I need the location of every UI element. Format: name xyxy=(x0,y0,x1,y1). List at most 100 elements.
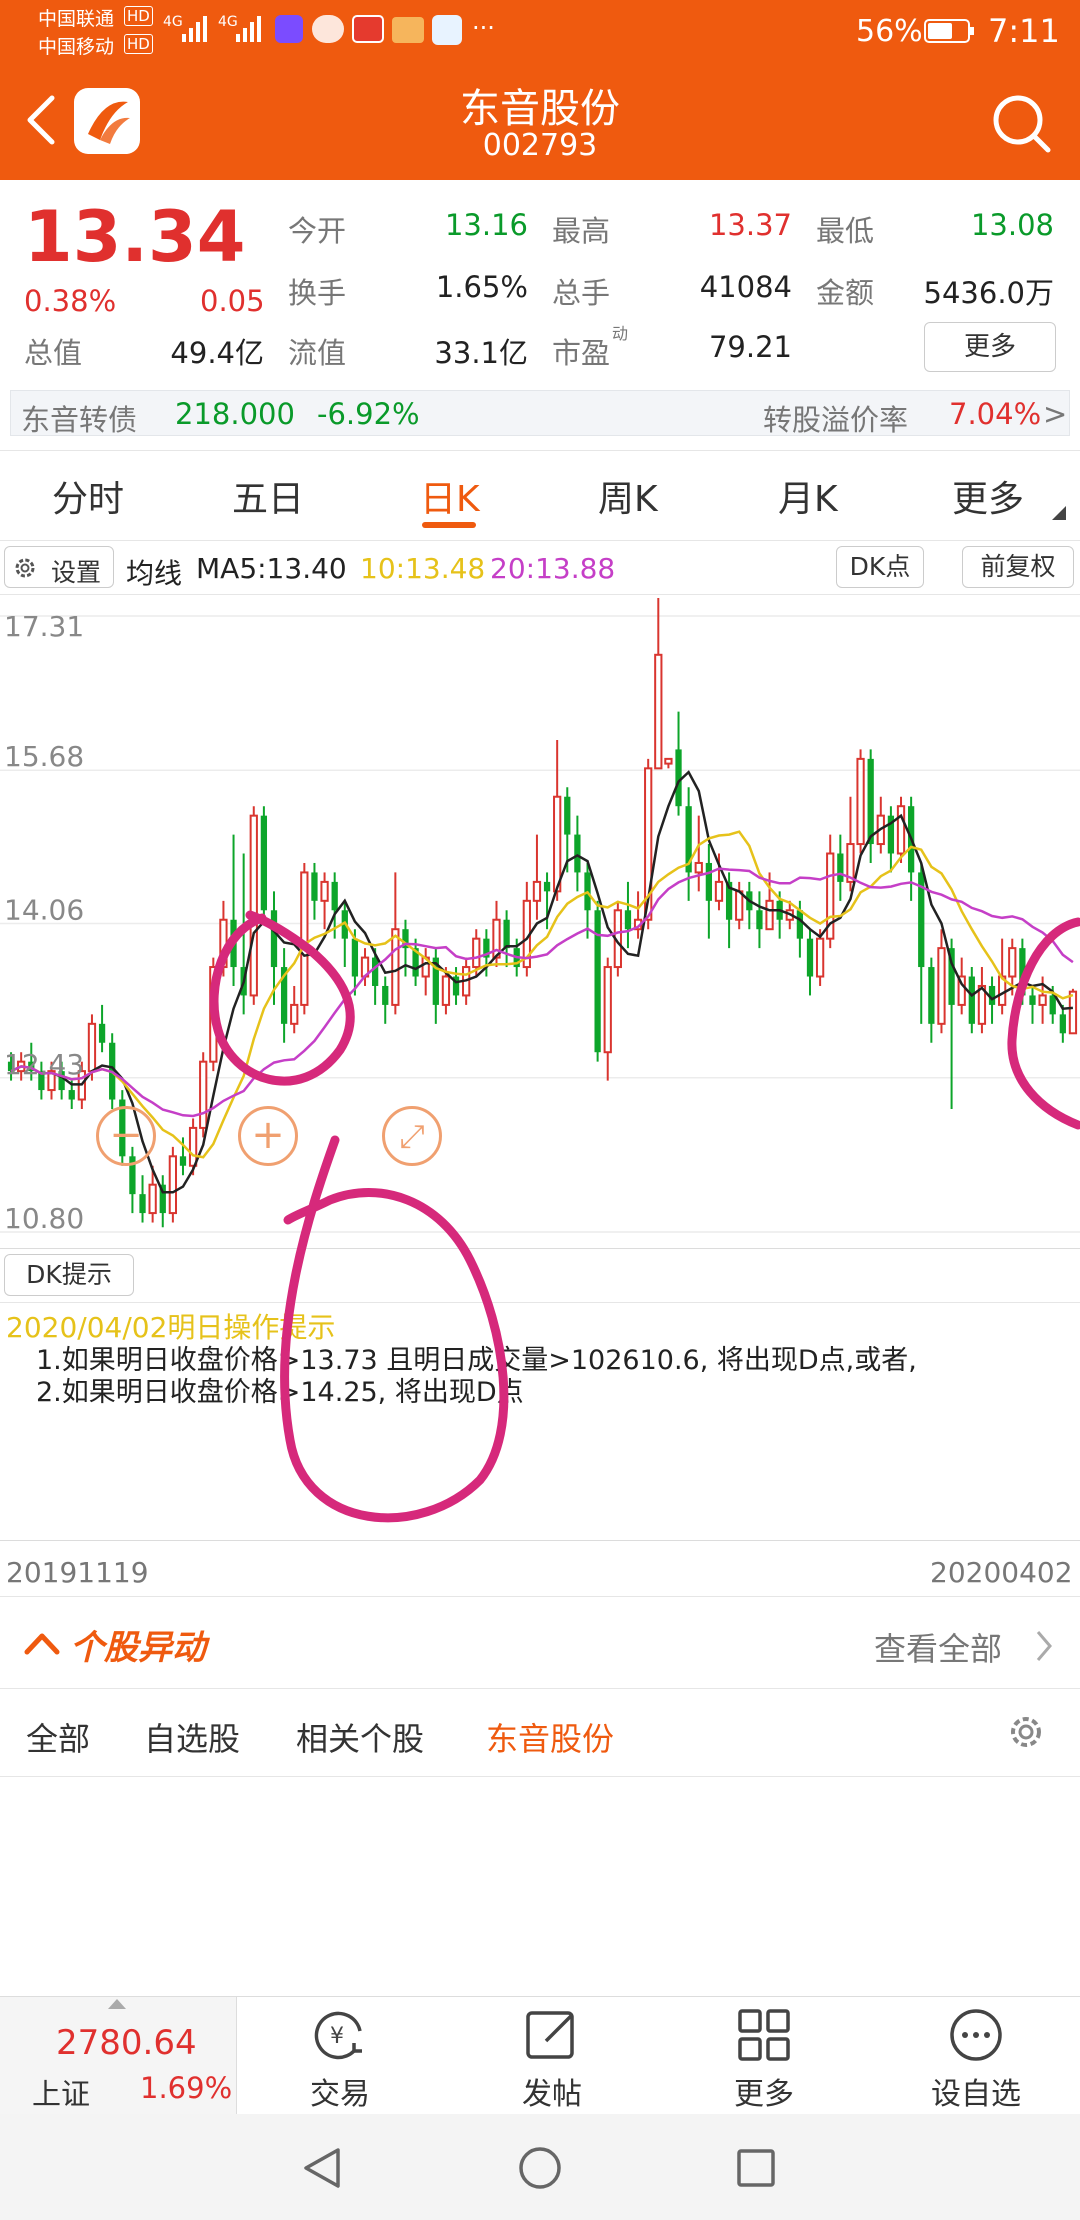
date-range-end: 20200402 xyxy=(930,1556,1073,1589)
candle-body xyxy=(249,814,258,997)
ma-label: 均线 xyxy=(126,557,183,590)
nav-trade-label[interactable]: 交易 xyxy=(290,2069,390,2113)
y-tick-label: 10.80 xyxy=(4,1202,84,1235)
candle-body xyxy=(654,653,663,770)
candle-body xyxy=(230,919,237,968)
collapse-caret-icon[interactable] xyxy=(24,1630,60,1656)
candle-body xyxy=(896,805,906,855)
filter-watchlist[interactable]: 自选股 xyxy=(144,1714,240,1760)
tab-weekly-k[interactable]: 周K xyxy=(598,470,658,522)
divider xyxy=(236,1997,237,2115)
candle-body xyxy=(331,881,338,911)
ticker-caret-icon xyxy=(108,1999,126,2009)
nav-add-watch-label[interactable]: 设自选 xyxy=(916,2069,1036,2113)
label-high: 最高 xyxy=(552,214,611,248)
candle-body xyxy=(594,910,601,1053)
search-icon[interactable] xyxy=(990,92,1054,156)
chart-grid xyxy=(0,615,1080,1233)
dk-point-button[interactable]: DK点 xyxy=(836,546,924,588)
filter-related[interactable]: 相关个股 xyxy=(296,1714,424,1760)
quote-more-button[interactable]: 更多 xyxy=(924,322,1056,372)
change-percent: 0.38% xyxy=(24,284,117,318)
filter-settings-gear-icon[interactable] xyxy=(1006,1712,1046,1752)
briefcase-icon xyxy=(392,17,424,43)
hd-badge-1: HD xyxy=(124,6,153,26)
grid-more-icon[interactable] xyxy=(736,2007,792,2063)
label-pe: 市盈 xyxy=(552,336,611,370)
system-home-icon[interactable] xyxy=(518,2146,562,2190)
filter-this-stock[interactable]: 东音股份 xyxy=(486,1714,614,1760)
stock-code: 002793 xyxy=(482,128,598,163)
value-turnover: 1.65% xyxy=(435,270,528,304)
zoom-in-button[interactable]: + xyxy=(238,1106,298,1166)
settings-label: 设置 xyxy=(51,558,102,587)
divider xyxy=(0,540,1080,541)
convertible-bond-row[interactable]: 东音转债 218.000 -6.92% 转股溢价率 7.04% > xyxy=(10,390,1070,437)
candle-body xyxy=(694,861,703,874)
dk-hint-button[interactable]: DK提示 xyxy=(4,1254,134,1296)
candle-body xyxy=(1029,995,1036,1005)
zoom-out-button[interactable]: − xyxy=(96,1106,156,1166)
y-tick-label: 12.43 xyxy=(4,1048,84,1081)
index-ticker[interactable]: 2780.64 上证 1.69% xyxy=(0,1997,236,2115)
tab-intraday[interactable]: 分时 xyxy=(52,470,124,522)
ma10-line xyxy=(10,830,1074,1159)
filter-all[interactable]: 全部 xyxy=(26,1714,90,1760)
ma5-value: MA5:13.40 xyxy=(196,552,347,585)
nav-post-label[interactable]: 发帖 xyxy=(502,2069,602,2113)
divider xyxy=(0,1302,1080,1303)
tab-more[interactable]: 更多 xyxy=(952,470,1024,522)
value-float-cap: 33.1亿 xyxy=(434,336,528,370)
candle-body xyxy=(179,1156,187,1166)
candle-body xyxy=(664,757,673,765)
clock: 7:11 xyxy=(988,12,1060,50)
label-pe-dynamic: 动 xyxy=(612,324,629,343)
value-pe: 79.21 xyxy=(708,330,792,364)
expand-button[interactable]: ⤢ xyxy=(382,1106,442,1166)
divider xyxy=(0,1688,1080,1689)
system-back-icon[interactable] xyxy=(300,2146,344,2190)
candle-body xyxy=(532,880,542,902)
wechat-icon xyxy=(312,15,344,43)
candle-body xyxy=(837,853,844,882)
ellipsis-circle-icon[interactable] xyxy=(948,2007,1004,2063)
hd-badge-2: HD xyxy=(124,34,153,54)
candlestick-chart[interactable]: 17.31 15.68 14.06 12.43 10.80 xyxy=(0,596,1080,1246)
y-tick-label: 15.68 xyxy=(4,740,84,773)
svg-text:¥: ¥ xyxy=(330,2024,344,2049)
candle-body xyxy=(856,757,865,846)
candle-body xyxy=(1008,947,1017,978)
premium-value: 7.04% xyxy=(949,397,1042,431)
candle-body xyxy=(867,758,874,845)
candle-body xyxy=(219,918,228,969)
candle-body xyxy=(382,985,389,1005)
candle-body xyxy=(209,966,218,1063)
tab-five-day[interactable]: 五日 xyxy=(232,470,304,522)
candle-body xyxy=(796,910,804,939)
candle-body xyxy=(98,1023,106,1043)
candle-body xyxy=(553,795,562,893)
candle-body xyxy=(168,1155,178,1215)
settings-button[interactable]: 设置 xyxy=(4,546,114,588)
candle-body xyxy=(300,871,309,1006)
toutiao-icon xyxy=(352,15,384,43)
system-recents-icon[interactable] xyxy=(736,2148,776,2188)
trade-icon[interactable]: ¥ xyxy=(310,2007,370,2063)
price-adjust-button[interactable]: 前复权 xyxy=(962,546,1074,588)
label-float-cap: 流值 xyxy=(288,336,347,370)
candle-body xyxy=(714,880,724,902)
candle-body xyxy=(564,796,571,835)
candle-body xyxy=(574,834,581,873)
label-open: 今开 xyxy=(288,214,347,248)
tab-daily-k[interactable]: 日K xyxy=(420,470,480,522)
candle-body xyxy=(1038,994,1047,1006)
nav-more-label[interactable]: 更多 xyxy=(714,2069,814,2113)
page-title: 东音股份 xyxy=(460,86,620,132)
post-icon[interactable] xyxy=(524,2007,580,2063)
system-nav-bar xyxy=(0,2114,1080,2220)
more-notifications: ··· xyxy=(472,14,495,42)
view-all-link[interactable]: 查看全部 xyxy=(874,1624,1002,1670)
signal-icon xyxy=(182,16,207,42)
tab-monthly-k[interactable]: 月K xyxy=(778,470,838,522)
candle-body xyxy=(937,947,946,1025)
